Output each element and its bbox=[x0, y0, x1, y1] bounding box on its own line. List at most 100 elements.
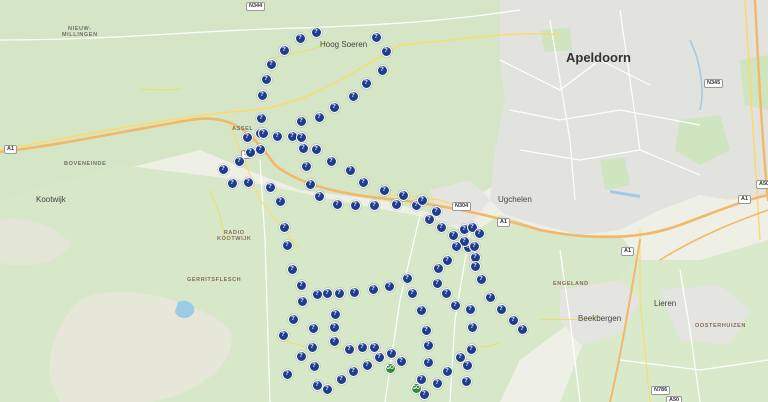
cache-marker-icon[interactable]: ? bbox=[507, 314, 519, 326]
cache-marker-icon[interactable]: ? bbox=[401, 272, 413, 284]
cache-marker-icon[interactable]: ? bbox=[383, 280, 395, 292]
cache-marker-icon[interactable]: ? bbox=[300, 160, 312, 172]
cache-marker-icon[interactable]: ? bbox=[321, 287, 333, 299]
cache-marker-icon[interactable]: ? bbox=[441, 254, 453, 266]
cache-marker-icon[interactable]: ? bbox=[308, 360, 320, 372]
cache-marker-icon[interactable]: ? bbox=[329, 308, 341, 320]
cache-marker-icon[interactable]: ? bbox=[376, 64, 388, 76]
cache-marker-icon[interactable]: ? bbox=[460, 375, 472, 387]
cache-marker-icon[interactable]: ? bbox=[420, 324, 432, 336]
cache-marker-icon[interactable]: ? bbox=[296, 295, 308, 307]
cache-marker-icon[interactable]: ? bbox=[431, 377, 443, 389]
cache-marker-icon[interactable]: ? bbox=[395, 355, 407, 367]
cache-marker-icon[interactable]: ? bbox=[255, 112, 267, 124]
cache-marker-icon[interactable]: ? bbox=[295, 115, 307, 127]
cache-marker-icon[interactable]: ? bbox=[217, 163, 229, 175]
cache-marker-icon[interactable]: ? bbox=[311, 288, 323, 300]
cache-marker-icon[interactable]: ? bbox=[295, 131, 307, 143]
cache-marker-icon[interactable]: ? bbox=[265, 58, 277, 70]
cache-marker-icon[interactable]: ? bbox=[328, 321, 340, 333]
cache-marker-icon[interactable]: ? bbox=[495, 303, 507, 315]
cache-marker-icon[interactable]: ? bbox=[297, 142, 309, 154]
cache-marker-icon[interactable]: ? bbox=[361, 359, 373, 371]
cache-marker-icon[interactable]: ? bbox=[310, 26, 322, 38]
cache-marker-icon[interactable]: ? bbox=[278, 44, 290, 56]
cache-marker-icon[interactable]: ? bbox=[368, 341, 380, 353]
cache-marker-icon[interactable]: ? bbox=[447, 229, 459, 241]
cache-marker-icon[interactable]: ? bbox=[378, 184, 390, 196]
cache-marker-icon[interactable]: ? bbox=[310, 143, 322, 155]
cache-marker-icon[interactable]: ? bbox=[432, 262, 444, 274]
cache-marker-icon[interactable]: ? bbox=[475, 273, 487, 285]
cache-marker-icon[interactable]: ? bbox=[449, 299, 461, 311]
cache-marker-icon[interactable]: ? bbox=[304, 178, 316, 190]
cache-marker-icon[interactable]: ? bbox=[274, 195, 286, 207]
cache-marker-icon[interactable]: ? bbox=[464, 303, 476, 315]
cache-marker-icon[interactable]: ? bbox=[311, 379, 323, 391]
cache-marker-icon[interactable]: ? bbox=[313, 190, 325, 202]
cache-marker-icon[interactable]: ? bbox=[415, 304, 427, 316]
cache-marker-icon[interactable]: ? bbox=[344, 164, 356, 176]
cache-marker-icon[interactable]: ? bbox=[473, 227, 485, 239]
cache-marker-icon[interactable]: ? bbox=[335, 373, 347, 385]
cache-marker-icon[interactable]: ? bbox=[287, 313, 299, 325]
cache-marker-icon[interactable]: ? bbox=[260, 73, 272, 85]
cache-marker-icon[interactable]: ? bbox=[256, 89, 268, 101]
cache-marker-icon[interactable]: ? bbox=[484, 291, 496, 303]
cache-marker-icon[interactable]: ? bbox=[321, 383, 333, 395]
cache-marker-icon[interactable]: ? bbox=[241, 131, 253, 143]
cache-marker-icon[interactable]: ? bbox=[422, 356, 434, 368]
cache-marker-icon[interactable]: ? bbox=[294, 32, 306, 44]
cache-marker-icon[interactable]: ? bbox=[360, 77, 372, 89]
cache-marker-icon[interactable]: ? bbox=[423, 213, 435, 225]
cache-marker-icon[interactable]: ? bbox=[357, 176, 369, 188]
cache-marker-icon[interactable]: ? bbox=[422, 339, 434, 351]
cache-marker-icon[interactable]: ? bbox=[306, 341, 318, 353]
cache-marker-icon[interactable]: ? bbox=[233, 155, 245, 167]
cache-marker-icon[interactable]: ? bbox=[277, 329, 289, 341]
cache-marker-icon[interactable]: ? bbox=[370, 31, 382, 43]
cache-marker-icon[interactable]: ? bbox=[343, 343, 355, 355]
cache-marker-icon[interactable]: ? bbox=[271, 130, 283, 142]
cache-marker-icon[interactable]: ? bbox=[242, 176, 254, 188]
cache-marker-icon[interactable]: ? bbox=[450, 240, 462, 252]
cache-marker-icon[interactable]: ? bbox=[328, 335, 340, 347]
cache-marker-icon[interactable]: ? bbox=[441, 365, 453, 377]
map-canvas[interactable]: Apeldoorn Hoog Soeren Ugchelen Kootwijk Lier… bbox=[0, 0, 768, 402]
cache-marker-icon[interactable]: ? bbox=[349, 199, 361, 211]
cache-marker-icon[interactable]: ? bbox=[468, 240, 480, 252]
cache-marker-icon[interactable]: ? bbox=[333, 287, 345, 299]
cache-marker-icon[interactable]: ? bbox=[431, 277, 443, 289]
cache-marker-icon[interactable]: ? bbox=[406, 287, 418, 299]
cache-marker-icon[interactable]: ? bbox=[380, 45, 392, 57]
cache-marker-icon[interactable]: ? bbox=[348, 286, 360, 298]
cache-marker-icon[interactable]: ? bbox=[347, 90, 359, 102]
cache-marker-icon[interactable]: ? bbox=[281, 368, 293, 380]
cache-marker-icon[interactable]: ? bbox=[325, 155, 337, 167]
cache-marker-icon[interactable]: ? bbox=[465, 343, 477, 355]
cache-marker-icon[interactable]: ? bbox=[347, 365, 359, 377]
cache-marker-icon[interactable]: ? bbox=[397, 189, 409, 201]
cache-marker-icon[interactable]: ? bbox=[254, 143, 266, 155]
cache-marker-icon[interactable]: ? bbox=[440, 287, 452, 299]
cache-marker-icon[interactable]: ? bbox=[373, 351, 385, 363]
cache-marker-icon[interactable]: ? bbox=[281, 239, 293, 251]
cache-marker-icon[interactable]: ? bbox=[435, 221, 447, 233]
cache-marker-icon[interactable]: ? bbox=[295, 279, 307, 291]
cache-marker-icon[interactable]: ? bbox=[385, 347, 397, 359]
start-marker-icon[interactable]: GO bbox=[384, 362, 396, 374]
cache-marker-icon[interactable]: ? bbox=[416, 194, 428, 206]
start-marker-icon[interactable]: GO bbox=[410, 382, 422, 394]
cache-marker-icon[interactable]: ? bbox=[356, 341, 368, 353]
cache-marker-icon[interactable]: ? bbox=[469, 260, 481, 272]
cache-marker-icon[interactable]: ? bbox=[244, 146, 256, 158]
cache-marker-icon[interactable]: ? bbox=[257, 127, 269, 139]
cache-marker-icon[interactable]: ? bbox=[307, 322, 319, 334]
cache-marker-icon[interactable]: ? bbox=[264, 181, 276, 193]
cache-marker-icon[interactable]: ? bbox=[331, 198, 343, 210]
cache-marker-icon[interactable]: ? bbox=[295, 350, 307, 362]
cache-marker-icon[interactable]: ? bbox=[368, 199, 380, 211]
cache-marker-icon[interactable]: ? bbox=[466, 321, 478, 333]
cache-marker-icon[interactable]: ? bbox=[313, 111, 325, 123]
cache-marker-icon[interactable]: ? bbox=[454, 351, 466, 363]
